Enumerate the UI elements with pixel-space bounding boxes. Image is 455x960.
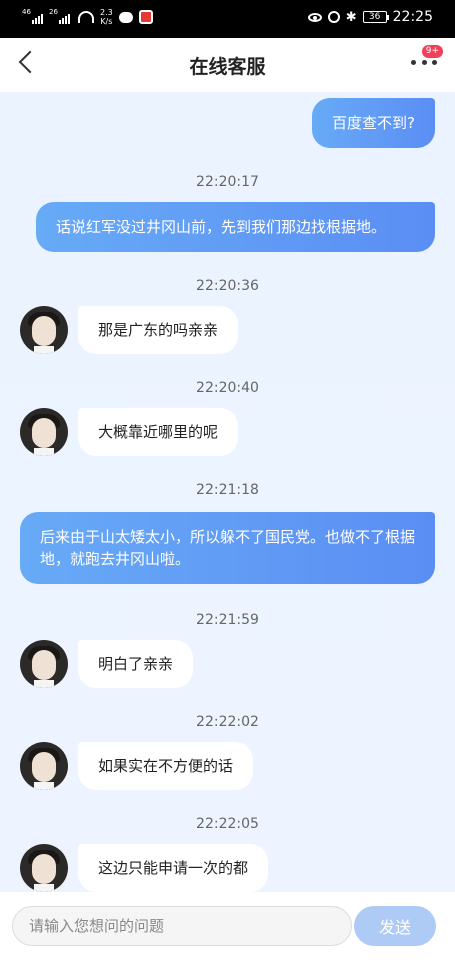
- speed-unit: K/s: [100, 17, 113, 26]
- page-title: 在线客服: [189, 56, 266, 78]
- message-outgoing: 百度查不到?: [312, 98, 435, 148]
- message-icon: [118, 11, 133, 23]
- message-incoming: 这边只能申请一次的都: [78, 844, 269, 892]
- signal-icon: 26: [49, 8, 70, 24]
- agent-avatar: [20, 408, 68, 456]
- battery-icon: 36: [362, 11, 389, 23]
- message-timestamp: 22:20:17: [196, 174, 259, 190]
- wifi-icon: [78, 11, 94, 23]
- message-incoming: 如果实在不方便的话: [78, 742, 254, 790]
- send-button[interactable]: 发送: [354, 906, 436, 946]
- app-notification-icon: [138, 10, 153, 24]
- network-speed: 2.3 K/s: [100, 8, 113, 26]
- message-incoming: 明白了亲亲: [78, 640, 194, 688]
- chat-area[interactable]: 百度查不到? 22:20:17 话说红军没过井冈山前，先到我们那边找根据地。 2…: [0, 92, 455, 892]
- signal-icon: 46: [22, 8, 43, 24]
- message-timestamp: 22:21:18: [196, 482, 259, 498]
- message-incoming: 那是广东的吗亲亲: [78, 306, 239, 354]
- status-right: ✱ 36 22:25: [307, 9, 433, 25]
- status-left: 46 26 2.3 K/s: [22, 8, 153, 26]
- agent-avatar: [20, 306, 68, 354]
- header: 在线客服 9+: [0, 38, 455, 92]
- signal-label: 46: [22, 8, 31, 16]
- message-timestamp: 22:20:36: [196, 278, 259, 294]
- more-icon[interactable]: [411, 60, 437, 66]
- status-bar: 46 26 2.3 K/s ✱ 36 22:25: [0, 0, 455, 38]
- message-timestamp: 22:22:05: [196, 816, 259, 832]
- message-timestamp: 22:20:40: [196, 380, 259, 396]
- speed-value: 2.3: [100, 8, 113, 17]
- notification-badge: 9+: [421, 45, 443, 58]
- input-bar: 发送: [0, 892, 455, 960]
- message-incoming: 大概靠近哪里的呢: [78, 408, 239, 456]
- message-input[interactable]: [12, 906, 352, 946]
- agent-avatar: [20, 844, 68, 892]
- message-timestamp: 22:21:59: [196, 612, 259, 628]
- message-outgoing: 话说红军没过井冈山前，先到我们那边找根据地。: [36, 202, 435, 252]
- message-timestamp: 22:22:02: [196, 714, 259, 730]
- message-outgoing: 后来由于山太矮太小，所以躲不了国民党。也做不了根据地，就跑去井冈山啦。: [20, 512, 435, 584]
- bluetooth-icon: ✱: [345, 9, 357, 25]
- agent-avatar: [20, 742, 68, 790]
- status-time: 22:25: [392, 9, 433, 25]
- agent-avatar: [20, 640, 68, 688]
- eye-icon: [307, 12, 322, 22]
- alarm-icon: [327, 11, 340, 23]
- signal-label: 26: [49, 8, 58, 16]
